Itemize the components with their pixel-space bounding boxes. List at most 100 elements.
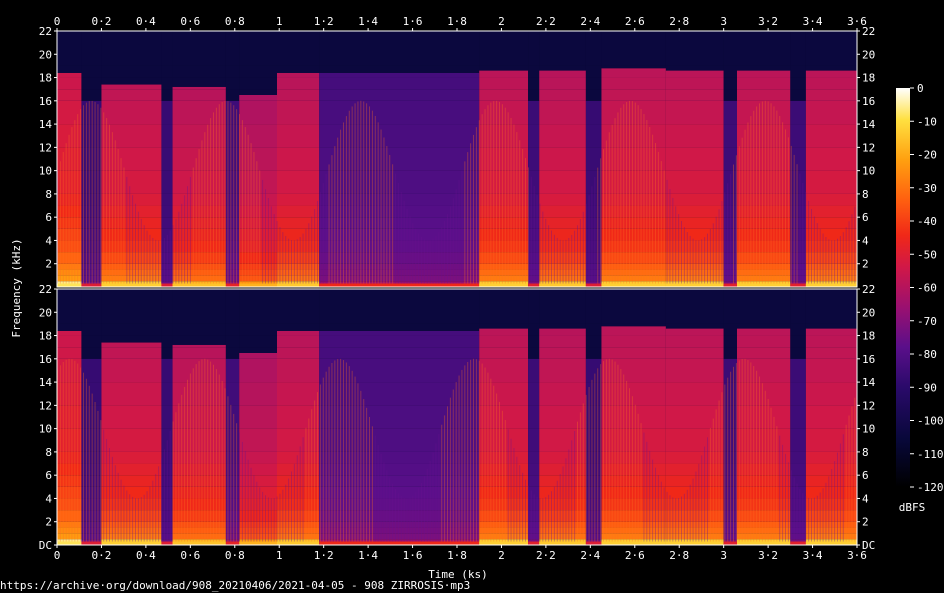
spectral-band [172, 344, 226, 348]
spectral-band [528, 463, 540, 476]
texture-streak [452, 389, 454, 542]
texture-streak [218, 374, 220, 542]
texture-streak [126, 490, 128, 542]
texture-streak [507, 112, 509, 284]
spectral-band [528, 323, 540, 336]
texture-streak [317, 392, 318, 542]
texture-streak [767, 101, 769, 284]
y-tick-label: 18 [39, 330, 52, 343]
low-frequency-band [57, 541, 82, 545]
texture-streak [571, 440, 573, 542]
spectral-band [479, 498, 529, 511]
texture-streak [733, 366, 734, 542]
spectral-band [81, 358, 102, 383]
texture-streak [288, 238, 290, 284]
texture-streak [666, 179, 668, 284]
texture-streak [834, 461, 836, 542]
spectral-band [737, 89, 791, 101]
spectral-band [161, 205, 173, 218]
texture-streak [172, 421, 174, 542]
texture-streak [392, 483, 394, 542]
spectral-band [479, 70, 529, 78]
spectral-band [319, 100, 480, 125]
texture-streak [195, 158, 197, 284]
spectral-band [790, 533, 806, 540]
texture-streak [146, 230, 148, 284]
texture-streak [481, 363, 483, 542]
texture-streak [591, 379, 593, 542]
low-frequency-band [528, 283, 540, 287]
texture-streak [464, 365, 466, 542]
spectral-band [665, 451, 724, 464]
spectral-band [601, 289, 666, 324]
spectral-band [239, 335, 277, 348]
spectral-band [601, 65, 666, 69]
y-tick-label: 6 [862, 469, 869, 482]
spectral-band [479, 228, 529, 241]
spectral-band [737, 70, 791, 78]
texture-streak [135, 203, 136, 284]
texture-streak [499, 101, 500, 284]
spectral-band [172, 31, 226, 66]
texture-streak [626, 380, 628, 542]
texture-streak [686, 232, 688, 284]
spectral-band [277, 217, 320, 229]
spectral-band [479, 328, 529, 336]
texture-streak [626, 101, 628, 284]
spectral-band [790, 193, 806, 206]
texture-streak [545, 218, 547, 284]
texture-streak [262, 491, 264, 542]
spectral-band [585, 451, 602, 464]
texture-streak [244, 451, 246, 542]
texture-streak [337, 137, 339, 284]
texture-streak [129, 494, 131, 542]
texture-streak [253, 475, 255, 542]
texture-streak [605, 359, 607, 542]
texture-streak [166, 440, 168, 542]
spectral-band [585, 521, 602, 528]
spectral-band [57, 323, 82, 331]
spectral-band [737, 335, 791, 348]
texture-streak [831, 469, 833, 542]
texture-streak [426, 240, 428, 284]
y-tick-label: 6 [45, 469, 52, 482]
texture-streak [582, 403, 584, 542]
texture-streak [577, 225, 578, 284]
spectral-band [277, 382, 320, 406]
texture-streak [811, 208, 812, 284]
spectral-band [601, 347, 666, 359]
spectral-band [723, 335, 737, 348]
spectral-band [790, 77, 806, 90]
texture-streak [562, 240, 564, 284]
texture-streak [236, 109, 238, 284]
texture-streak [620, 369, 622, 542]
texture-streak [354, 103, 356, 284]
texture-streak [296, 239, 298, 284]
spectral-band [665, 347, 724, 359]
texture-streak [510, 117, 512, 284]
spectral-band [790, 240, 806, 253]
texture-streak [730, 173, 732, 284]
spectral-band [479, 31, 529, 66]
spectral-band [790, 147, 806, 171]
y-tick-label: 10 [39, 423, 52, 436]
texture-streak [785, 129, 786, 284]
texture-streak [140, 497, 142, 542]
y-tick-label: 8 [862, 188, 869, 201]
spectral-band [790, 252, 806, 264]
spectral-band [479, 347, 529, 359]
colorbar-tick-label: -110 [917, 448, 944, 461]
spectral-band [665, 533, 724, 540]
spectral-band [225, 31, 240, 66]
texture-streak [556, 237, 558, 284]
spectral-band [601, 193, 666, 206]
spectral-band [239, 382, 277, 406]
texture-streak [80, 109, 82, 284]
texture-streak [709, 427, 711, 542]
texture-streak [504, 107, 506, 284]
texture-streak [623, 104, 625, 284]
spectral-band [479, 463, 529, 476]
texture-streak [94, 402, 96, 542]
texture-streak [343, 360, 344, 542]
spectral-band [479, 89, 529, 101]
